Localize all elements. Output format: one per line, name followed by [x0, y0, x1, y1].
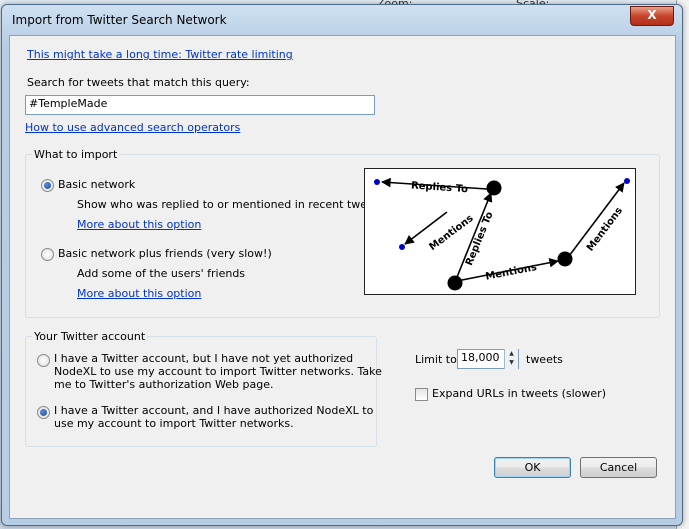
basic-network-friends-label[interactable]: Basic network plus friends (very slow!): [58, 247, 272, 260]
authorized-radio[interactable]: [37, 406, 50, 419]
limit-unit: tweets: [526, 353, 563, 366]
basic-network-more-link[interactable]: More about this option: [77, 218, 201, 231]
authorized-label[interactable]: I have a Twitter account, and I have aut…: [54, 404, 373, 430]
advanced-search-link[interactable]: How to use advanced search operators: [25, 121, 240, 134]
not-authorized-line-1: I have a Twitter account, but I have not…: [54, 352, 354, 365]
node-large-right: [557, 251, 573, 267]
network-diagram: Replies To Mentions Replies To Mentions …: [364, 168, 636, 295]
limit-label: Limit to: [415, 353, 457, 366]
limit-input[interactable]: 18,000 ▲ ▼: [457, 349, 519, 369]
dialog-title: Import from Twitter Search Network: [12, 13, 227, 27]
what-to-import-title: What to import: [32, 148, 120, 161]
authorized-line-2: use my account to import Twitter network…: [54, 417, 294, 430]
node-small-top-right: [624, 178, 630, 184]
limit-spin-up-icon[interactable]: ▲: [505, 349, 518, 358]
title-bar[interactable]: Import from Twitter Search Network X: [2, 5, 682, 33]
basic-network-description: Show who was replied to or mentioned in …: [77, 198, 384, 211]
not-authorized-line-3: me to Twitter's authorization Web page.: [54, 378, 274, 391]
query-label: Search for tweets that match this query:: [27, 76, 250, 89]
basic-network-radio[interactable]: [41, 179, 54, 192]
not-authorized-label[interactable]: I have a Twitter account, but I have not…: [54, 352, 382, 391]
network-diagram-svg: Replies To Mentions Replies To Mentions …: [374, 177, 630, 291]
limit-spinner[interactable]: ▲ ▼: [504, 349, 518, 369]
cancel-button[interactable]: Cancel: [580, 457, 657, 478]
basic-network-friends-radio[interactable]: [41, 248, 54, 261]
node-small-left: [399, 244, 405, 250]
edge-label-replies-to-top: Replies To: [411, 180, 469, 195]
edge-label-mentions-right: Mentions: [585, 205, 625, 253]
not-authorized-line-2: NodeXL to use my account to import Twitt…: [54, 365, 382, 378]
authorized-line-1: I have a Twitter account, and I have aut…: [54, 404, 374, 417]
rate-limit-link[interactable]: This might take a long time: Twitter rat…: [27, 48, 293, 61]
node-large-bottom: [447, 275, 463, 291]
node-small-top-left: [374, 179, 380, 185]
query-input-value: #TempleMade: [29, 97, 108, 110]
import-dialog: Import from Twitter Search Network X Thi…: [1, 4, 683, 526]
limit-value: 18,000: [461, 351, 500, 364]
expand-urls-label[interactable]: Expand URLs in tweets (slower): [432, 387, 606, 400]
twitter-account-title: Your Twitter account: [32, 330, 148, 343]
basic-network-friends-description: Add some of the users' friends: [77, 267, 246, 280]
dialog-body: This might take a long time: Twitter rat…: [9, 35, 676, 519]
basic-network-friends-more-link[interactable]: More about this option: [77, 287, 201, 300]
limit-spin-down-icon[interactable]: ▼: [505, 358, 518, 367]
ok-button[interactable]: OK: [494, 457, 571, 478]
expand-urls-checkbox[interactable]: [415, 388, 428, 401]
query-input[interactable]: #TempleMade: [25, 95, 375, 115]
basic-network-label[interactable]: Basic network: [58, 178, 135, 191]
edge-label-mentions-bottom: Mentions: [485, 262, 538, 283]
close-button[interactable]: X: [630, 6, 674, 26]
node-large-top: [486, 180, 502, 196]
not-authorized-radio[interactable]: [37, 354, 50, 367]
